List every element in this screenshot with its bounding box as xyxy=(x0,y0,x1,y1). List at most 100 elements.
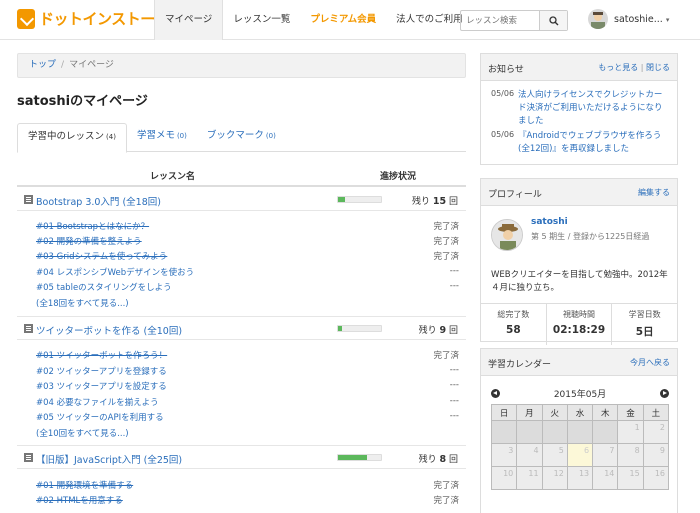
calendar-day[interactable]: 13 xyxy=(566,466,594,490)
show-all-lessons-link[interactable]: (全10回をすべて見る...) xyxy=(36,427,129,439)
lesson-row: #02 HTMLを用意する 完了済 xyxy=(36,494,461,509)
weekday-label: 火 xyxy=(541,404,568,421)
news-more-link[interactable]: もっと見る xyxy=(598,63,638,72)
progress-bar-fill xyxy=(338,197,346,202)
lesson-title[interactable]: #03 ツイッターアプリを設定する xyxy=(36,380,167,392)
lesson-row: #01 開発環境を準備する 完了済 xyxy=(36,479,461,494)
remaining-count: 残り 15 回 xyxy=(411,196,458,207)
show-all-lessons-link[interactable]: (全18回をすべて見る...) xyxy=(36,297,129,309)
lesson-status: 完了済 xyxy=(433,496,459,506)
main-nav: マイページ レッスン一覧 プレミアム会員 法人でのご利用 xyxy=(154,0,473,40)
search-icon xyxy=(548,15,558,25)
lesson-status: 完了済 xyxy=(433,252,459,262)
calendar-current-month-link[interactable]: 今月へ戻る xyxy=(630,357,670,368)
lesson-title[interactable]: #02 ツイッターアプリを登録する xyxy=(36,365,167,377)
tab-learning-lessons[interactable]: 学習中のレッスン (4) xyxy=(17,123,127,153)
logo-download-icon xyxy=(17,8,35,29)
news-link[interactable]: 『Androidでウェブブラウザを作ろう (全12回)』を再収録しました xyxy=(518,130,670,156)
news-title: お知らせ xyxy=(488,65,524,75)
lesson-table-header: レッスン名 進捗状況 xyxy=(17,163,466,187)
calendar-day[interactable]: 10 xyxy=(490,466,518,490)
divider xyxy=(17,316,466,317)
progress-bar xyxy=(337,454,382,461)
profile-bio: WEBクリエイターを目指して勉強中。2012年４月に独り立ち。 xyxy=(491,270,668,293)
lesson-status: --- xyxy=(449,365,459,375)
user-menu[interactable]: satoshie... ▾ xyxy=(588,9,669,29)
lesson-title[interactable]: #01 開発環境を準備する xyxy=(36,479,133,491)
calendar-day[interactable]: 15 xyxy=(617,466,644,490)
calendar-day[interactable]: 1 xyxy=(617,420,644,444)
next-month-icon[interactable] xyxy=(660,389,669,398)
course-title[interactable]: 【旧版】JavaScript入門 (全25回) xyxy=(36,452,182,466)
lesson-title[interactable]: #01 ツイッターボットを作ろう！ xyxy=(36,349,167,361)
nav-item-lessons[interactable]: レッスン一覧 xyxy=(223,0,300,40)
progress-bar xyxy=(337,196,382,203)
calendar-week: 3456789 xyxy=(490,443,670,467)
calendar-day[interactable]: 16 xyxy=(642,466,670,490)
nav-item-mypage[interactable]: マイページ xyxy=(154,0,224,40)
course-title[interactable]: ツイッターボットを作る (全10回) xyxy=(36,323,182,337)
lesson-status: --- xyxy=(449,411,459,421)
calendar-day[interactable]: 12 xyxy=(541,466,568,490)
calendar-week: 12 xyxy=(490,420,670,444)
top-navbar: ドットインストール マイページ レッスン一覧 プレミアム会員 法人でのご利用 s… xyxy=(0,0,700,40)
course-title[interactable]: Bootstrap 3.0入門 (全18回) xyxy=(36,194,161,208)
tab-bookmarks[interactable]: ブックマーク (0) xyxy=(197,123,286,152)
calendar-day[interactable]: 7 xyxy=(592,443,619,467)
weekday-label: 木 xyxy=(592,404,619,421)
profile-name[interactable]: satoshi xyxy=(531,217,568,227)
course-row-bootstrap: Bootstrap 3.0入門 (全18回) 残り 15 回 xyxy=(17,189,466,211)
lesson-title[interactable]: #04 レスポンシブWebデザインを使おう xyxy=(36,266,194,278)
logo-text: ドットインストール xyxy=(39,10,170,28)
stat-watch-time: 視聴時間 02:18:29 xyxy=(547,304,613,345)
search-button[interactable] xyxy=(539,11,567,30)
calendar-day[interactable]: 11 xyxy=(516,466,543,490)
lesson-status: 完了済 xyxy=(433,351,459,361)
lesson-row: #03 ツイッターアプリを設定する --- xyxy=(36,380,461,395)
previous-month-icon[interactable] xyxy=(491,389,500,398)
lesson-title[interactable]: #03 Gridシステムを使ってみよう xyxy=(36,250,167,262)
calendar-day[interactable]: 8 xyxy=(617,443,644,467)
profile-meta: 第 5 期生 / 登録から1225日経過 xyxy=(531,232,650,241)
lesson-title[interactable]: #05 tableのスタイリングをしよう xyxy=(36,281,172,293)
stat-total-completed: 総完了数 58 xyxy=(481,304,547,345)
calendar-day[interactable]: 6 xyxy=(566,443,594,467)
calendar-day[interactable]: 4 xyxy=(516,443,543,467)
site-logo[interactable]: ドットインストール xyxy=(17,8,170,29)
progress-bar-fill xyxy=(338,326,343,331)
profile-panel-header: プロフィール 編集する xyxy=(481,179,677,206)
tab-study-notes[interactable]: 学習メモ (0) xyxy=(127,123,197,152)
column-lesson-name: レッスン名 xyxy=(150,172,196,182)
news-panel-header: お知らせ もっと見る | 閉じる xyxy=(481,54,677,81)
calendar-day[interactable]: 2 xyxy=(642,420,670,444)
profile-stats: 総完了数 58 視聴時間 02:18:29 学習日数 5日 xyxy=(481,303,677,345)
lesson-status: 完了済 xyxy=(433,237,459,247)
lesson-row: #02 開発の準備を整えよう 完了済 xyxy=(36,235,461,250)
progress-bar-fill xyxy=(338,455,368,460)
profile-edit-link[interactable]: 編集する xyxy=(638,187,670,198)
calendar-day[interactable]: 3 xyxy=(490,443,518,467)
remaining-count: 残り 8 回 xyxy=(418,454,458,465)
lesson-title[interactable]: #04 必要なファイルを揃えよう xyxy=(36,396,159,408)
lesson-row: #04 必要なファイルを揃えよう --- xyxy=(36,396,461,411)
breadcrumb-home[interactable]: トップ xyxy=(29,60,56,70)
lesson-title[interactable]: #05 ツイッターのAPIを利用する xyxy=(36,411,164,423)
news-close-link[interactable]: 閉じる xyxy=(646,63,670,72)
lesson-status: 完了済 xyxy=(433,481,459,491)
news-links: もっと見る | 閉じる xyxy=(598,63,670,72)
lesson-title[interactable]: #02 開発の準備を整えよう xyxy=(36,235,142,247)
calendar-day-blank xyxy=(592,420,619,444)
calendar-day-blank xyxy=(516,420,543,444)
news-link[interactable]: 法人向けライセンスでクレジットカード決済がご利用いただけるようになりました xyxy=(518,89,670,128)
calendar-day[interactable]: 9 xyxy=(642,443,670,467)
course-row-javascript: 【旧版】JavaScript入門 (全25回) 残り 8 回 xyxy=(17,447,466,469)
calendar-day[interactable]: 14 xyxy=(592,466,619,490)
lesson-search xyxy=(460,10,568,31)
lesson-status: --- xyxy=(449,266,459,276)
nav-item-premium[interactable]: プレミアム会員 xyxy=(300,0,386,40)
calendar-day[interactable]: 5 xyxy=(541,443,568,467)
lesson-title[interactable]: #02 HTMLを用意する xyxy=(36,494,123,506)
user-name: satoshie... ▾ xyxy=(614,13,670,25)
search-input[interactable] xyxy=(461,11,539,30)
lesson-title[interactable]: #01 Bootstrapとはなにか？ xyxy=(36,220,149,232)
